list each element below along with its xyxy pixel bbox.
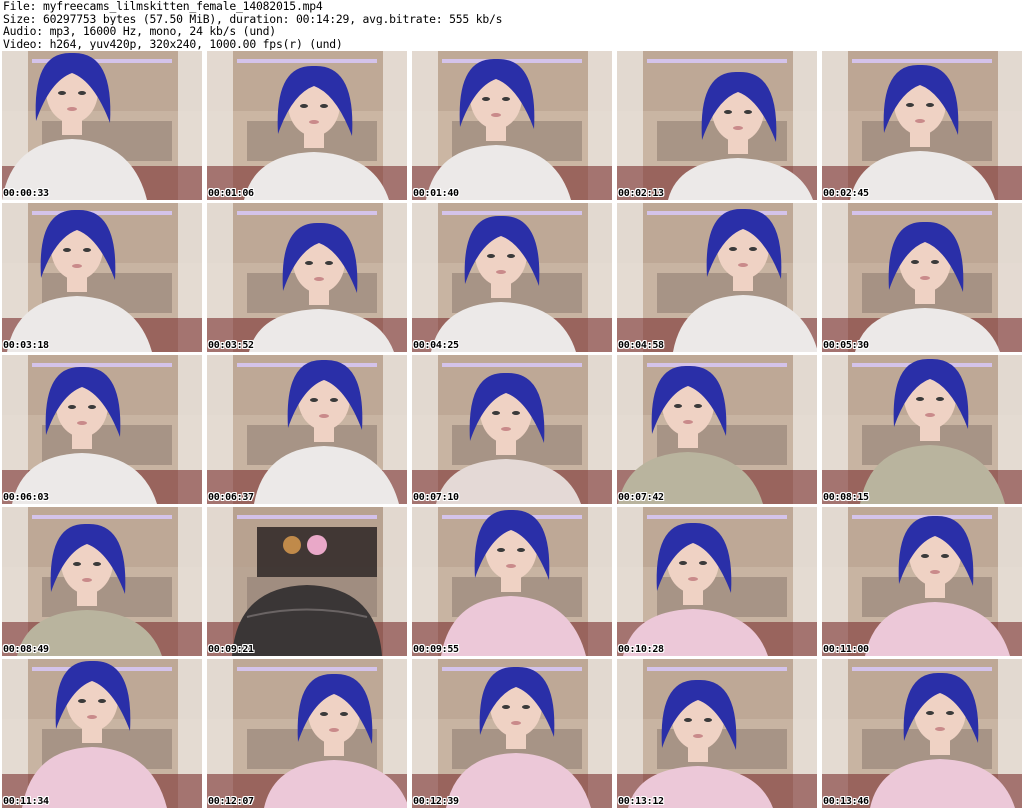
video-frame-image <box>2 507 202 656</box>
thumbnail-frame: 00:13:12 <box>617 659 817 808</box>
timestamp-label: 00:09:55 <box>413 644 459 655</box>
video-frame-image <box>412 51 612 200</box>
video-frame-image <box>207 659 407 808</box>
thumbnail-frame: 00:02:13 <box>617 51 817 200</box>
timestamp-label: 00:06:03 <box>3 492 49 503</box>
video-frame-image <box>822 659 1022 808</box>
timestamp-label: 00:12:39 <box>413 796 459 807</box>
thumbnail-frame: 00:08:49 <box>2 507 202 656</box>
timestamp-label: 00:08:49 <box>3 644 49 655</box>
video-frame-image <box>207 507 407 656</box>
thumbnail-frame: 00:03:52 <box>207 203 407 352</box>
thumbnail-frame: 00:05:30 <box>822 203 1022 352</box>
thumbnail-grid: 00:00:33 00:01:06 00:01:40 00:02:13 00:02:45… <box>2 51 1022 811</box>
timestamp-label: 00:11:34 <box>3 796 49 807</box>
video-frame-image <box>822 203 1022 352</box>
video-frame-image <box>617 51 817 200</box>
timestamp-label: 00:04:58 <box>618 340 664 351</box>
video-frame-image <box>2 51 202 200</box>
video-frame-image <box>2 659 202 808</box>
video-frame-image <box>412 355 612 504</box>
timestamp-label: 00:03:52 <box>208 340 254 351</box>
video-frame-image <box>207 51 407 200</box>
video-frame-image <box>822 355 1022 504</box>
thumbnail-frame: 00:04:25 <box>412 203 612 352</box>
video-frame-image <box>617 507 817 656</box>
video-info-line: Video: h264, yuv420p, 320x240, 1000.00 f… <box>3 37 343 50</box>
thumbnail-frame: 00:11:00 <box>822 507 1022 656</box>
timestamp-label: 00:01:40 <box>413 188 459 199</box>
video-frame-image <box>412 203 612 352</box>
thumbnail-frame: 00:12:07 <box>207 659 407 808</box>
file-name-line: File: myfreecams_lilmskitten_female_1408… <box>3 0 323 13</box>
thumbnail-frame: 00:01:40 <box>412 51 612 200</box>
thumbnail-frame: 00:08:15 <box>822 355 1022 504</box>
timestamp-label: 00:13:46 <box>823 796 869 807</box>
timestamp-label: 00:04:25 <box>413 340 459 351</box>
thumbnail-frame: 00:10:28 <box>617 507 817 656</box>
video-frame-image <box>822 507 1022 656</box>
thumbnail-frame: 00:03:18 <box>2 203 202 352</box>
video-frame-image <box>617 203 817 352</box>
thumbnail-frame: 00:12:39 <box>412 659 612 808</box>
timestamp-label: 00:03:18 <box>3 340 49 351</box>
timestamp-label: 00:09:21 <box>208 644 254 655</box>
timestamp-label: 00:07:10 <box>413 492 459 503</box>
video-frame-image <box>822 51 1022 200</box>
thumbnail-frame: 00:02:45 <box>822 51 1022 200</box>
thumbnail-frame: 00:04:58 <box>617 203 817 352</box>
thumbnail-frame: 00:00:33 <box>2 51 202 200</box>
file-size-line: Size: 60297753 bytes (57.50 MiB), durati… <box>3 12 503 25</box>
timestamp-label: 00:02:13 <box>618 188 664 199</box>
video-frame-image <box>412 659 612 808</box>
thumbnail-frame: 00:09:21 <box>207 507 407 656</box>
thumbnail-frame: 00:01:06 <box>207 51 407 200</box>
audio-info-line: Audio: mp3, 16000 Hz, mono, 24 kb/s (und… <box>3 25 276 38</box>
thumbnail-frame: 00:09:55 <box>412 507 612 656</box>
thumbnail-frame: 00:06:03 <box>2 355 202 504</box>
thumbnail-frame: 00:07:42 <box>617 355 817 504</box>
thumbnail-frame: 00:11:34 <box>2 659 202 808</box>
timestamp-label: 00:00:33 <box>3 188 49 199</box>
video-frame-image <box>412 507 612 656</box>
timestamp-label: 00:12:07 <box>208 796 254 807</box>
video-frame-image <box>617 659 817 808</box>
thumbnail-frame: 00:06:37 <box>207 355 407 504</box>
timestamp-label: 00:11:00 <box>823 644 869 655</box>
thumbnail-frame: 00:07:10 <box>412 355 612 504</box>
video-frame-image <box>207 355 407 504</box>
timestamp-label: 00:06:37 <box>208 492 254 503</box>
timestamp-label: 00:10:28 <box>618 644 664 655</box>
thumbnail-frame: 00:13:46 <box>822 659 1022 808</box>
timestamp-label: 00:02:45 <box>823 188 869 199</box>
timestamp-label: 00:13:12 <box>618 796 664 807</box>
timestamp-label: 00:01:06 <box>208 188 254 199</box>
timestamp-label: 00:08:15 <box>823 492 869 503</box>
timestamp-label: 00:07:42 <box>618 492 664 503</box>
file-info-header: File: myfreecams_lilmskitten_female_1408… <box>3 0 1021 50</box>
video-frame-image <box>2 355 202 504</box>
video-frame-image <box>207 203 407 352</box>
video-frame-image <box>617 355 817 504</box>
timestamp-label: 00:05:30 <box>823 340 869 351</box>
video-frame-image <box>2 203 202 352</box>
